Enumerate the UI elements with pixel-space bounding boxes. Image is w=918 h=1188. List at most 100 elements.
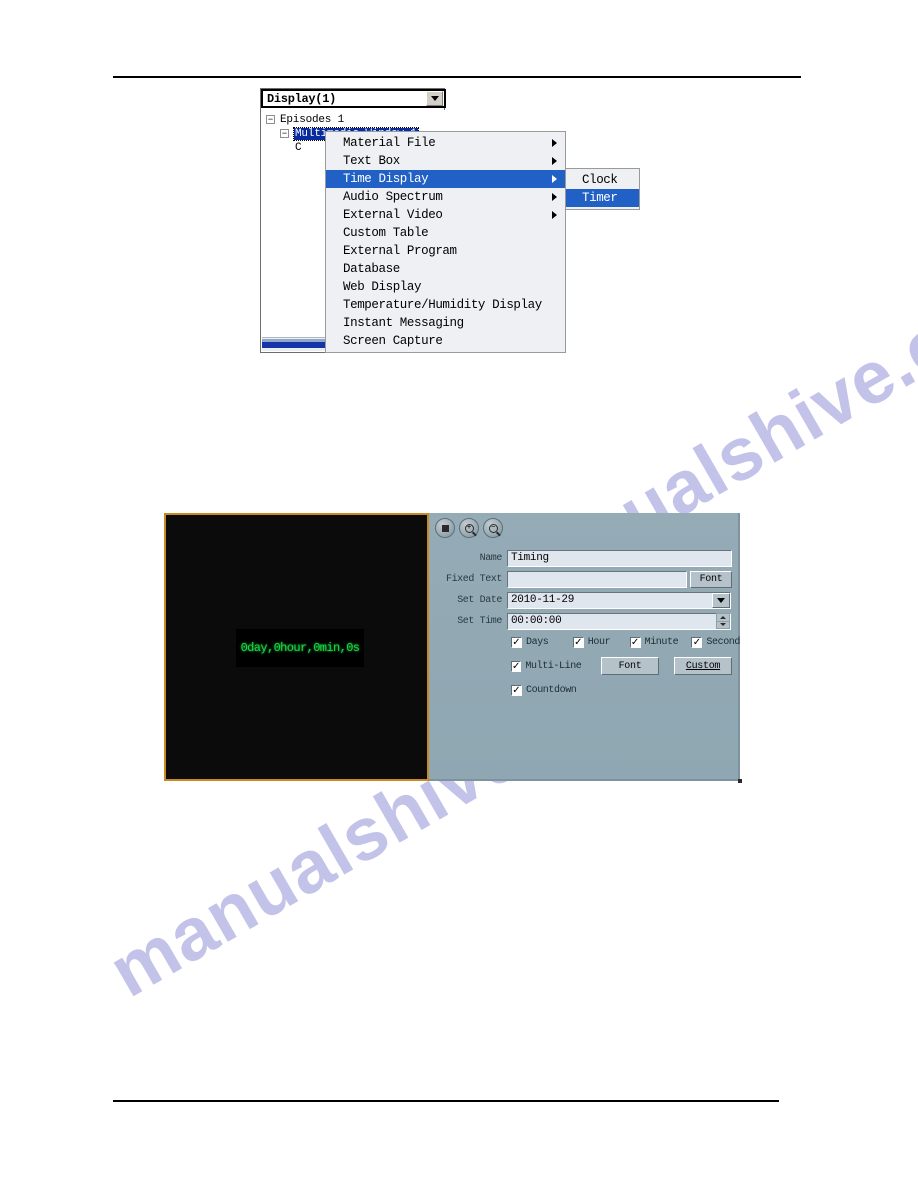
font-button[interactable]: Font bbox=[601, 657, 659, 675]
display-combobox-value: Display(1) bbox=[267, 91, 337, 106]
checkmark-icon: ✓ bbox=[691, 636, 703, 648]
zoom-in-button[interactable]: + bbox=[459, 518, 479, 538]
checkbox-days[interactable]: ✓ Days bbox=[511, 636, 573, 648]
checkbox-second[interactable]: ✓ Second bbox=[691, 636, 741, 648]
expander-minus-icon[interactable]: − bbox=[280, 129, 289, 138]
menu-item-temperature-humidity-display[interactable]: Temperature/Humidity Display bbox=[326, 296, 565, 314]
checkmark-icon: ✓ bbox=[511, 684, 522, 696]
checkbox-label: Countdown bbox=[526, 684, 577, 696]
menu-item-time-display[interactable]: Time Display bbox=[326, 170, 565, 188]
page-rule-bottom bbox=[113, 1100, 779, 1102]
checkbox-minute[interactable]: ✓ Minute bbox=[629, 636, 692, 648]
custom-button[interactable]: Custom bbox=[674, 657, 732, 675]
menu-item-audio-spectrum[interactable]: Audio Spectrum bbox=[326, 188, 565, 206]
set-date-dropdown-button[interactable] bbox=[712, 592, 730, 608]
menu-item-web-display[interactable]: Web Display bbox=[326, 278, 565, 296]
menu-item-custom-table[interactable]: Custom Table bbox=[326, 224, 565, 242]
menu-item-label: Temperature/Humidity Display bbox=[343, 298, 542, 312]
menu-item-label: Custom Table bbox=[343, 226, 429, 240]
checkbox-hour[interactable]: ✓ Hour bbox=[572, 636, 630, 648]
checkbox-multi-line[interactable]: ✓ Multi-Line bbox=[511, 660, 582, 672]
timer-properties-panel: + − Name Timing Fixed Text Font Set Date… bbox=[429, 513, 742, 783]
tree-node-episodes[interactable]: − Episodes 1 bbox=[262, 113, 445, 126]
countdown-row: ✓ Countdown bbox=[511, 681, 740, 699]
units-checkbox-row: ✓ Days ✓ Hour ✓ Minute ✓ Second bbox=[511, 633, 740, 651]
fixed-text-row: Fixed Text Font bbox=[429, 570, 740, 588]
checkmark-icon: ✓ bbox=[572, 636, 584, 648]
led-preview-text: 0day,0hour,0min,0s bbox=[236, 629, 364, 667]
timer-form: Name Timing Fixed Text Font Set Date 201… bbox=[429, 549, 740, 633]
custom-button-label: Custom bbox=[685, 660, 721, 672]
submenu-arrow-icon bbox=[552, 157, 557, 165]
checkbox-countdown[interactable]: ✓ Countdown bbox=[511, 684, 577, 696]
tree-node-label: C bbox=[295, 141, 302, 154]
menu-item-text-box[interactable]: Text Box bbox=[326, 152, 565, 170]
submenu-item-clock[interactable]: Clock bbox=[566, 171, 639, 189]
submenu-arrow-icon bbox=[552, 139, 557, 147]
checkbox-label: Minute bbox=[644, 636, 679, 648]
submenu-arrow-icon bbox=[552, 193, 557, 201]
menu-item-label: Web Display bbox=[343, 280, 422, 294]
zoom-out-icon: − bbox=[488, 523, 498, 533]
display-combobox[interactable]: Display(1) bbox=[261, 89, 446, 108]
set-time-label: Set Time bbox=[457, 615, 502, 627]
fixed-text-label: Fixed Text bbox=[445, 573, 502, 585]
submenu-arrow-icon bbox=[552, 211, 557, 219]
menu-item-external-program[interactable]: External Program bbox=[326, 242, 565, 260]
chevron-down-icon bbox=[717, 597, 725, 603]
menu-item-label: Material File bbox=[343, 136, 436, 150]
display-combobox-dropdown-button[interactable] bbox=[426, 91, 443, 106]
name-label: Name bbox=[479, 552, 503, 564]
caret-down-icon bbox=[720, 623, 726, 627]
zoom-out-button[interactable]: − bbox=[483, 518, 503, 538]
fixed-text-font-button[interactable]: Font bbox=[690, 570, 732, 588]
submenu-item-timer[interactable]: Timer bbox=[566, 189, 639, 207]
submenu-item-label: Timer bbox=[582, 191, 618, 205]
menu-item-label: External Program bbox=[343, 244, 457, 258]
set-time-input[interactable]: 00:00:00 bbox=[507, 612, 731, 630]
menu-item-label: Instant Messaging bbox=[343, 316, 464, 330]
menu-item-external-video[interactable]: External Video bbox=[326, 206, 565, 224]
set-time-spinner[interactable] bbox=[716, 613, 730, 629]
checkbox-label: Multi-Line bbox=[525, 660, 582, 672]
fixed-text-input[interactable] bbox=[507, 570, 687, 588]
page-rule-top bbox=[113, 76, 801, 78]
checkbox-label: Days bbox=[526, 636, 549, 648]
spinner-down-button[interactable] bbox=[717, 622, 729, 629]
checkmark-icon: ✓ bbox=[511, 660, 522, 672]
stop-button[interactable] bbox=[435, 518, 455, 538]
checkbox-label: Second bbox=[706, 636, 741, 648]
submenu-item-label: Clock bbox=[582, 173, 618, 187]
menu-item-instant-messaging[interactable]: Instant Messaging bbox=[326, 314, 565, 332]
stop-icon bbox=[441, 524, 449, 532]
menu-item-label: Text Box bbox=[343, 154, 400, 168]
timer-options: ✓ Days ✓ Hour ✓ Minute ✓ Second ✓ Multi-… bbox=[429, 633, 740, 705]
checkbox-label: Hour bbox=[587, 636, 611, 648]
preview-toolbar: + − bbox=[435, 518, 503, 538]
submenu-arrow-icon bbox=[552, 175, 557, 183]
set-date-label: Set Date bbox=[457, 594, 502, 606]
menu-item-label: External Video bbox=[343, 208, 443, 222]
menu-item-label: Screen Capture bbox=[343, 334, 443, 348]
caret-up-icon bbox=[720, 615, 726, 619]
set-date-input[interactable]: 2010-11-29 bbox=[507, 591, 731, 609]
tree-node-label: Episodes 1 bbox=[280, 113, 345, 126]
checkmark-icon: ✓ bbox=[629, 636, 641, 648]
menu-item-screen-capture[interactable]: Screen Capture bbox=[326, 332, 565, 350]
multiline-row: ✓ Multi-Line Font Custom bbox=[511, 657, 740, 675]
name-input[interactable]: Timing bbox=[507, 549, 732, 567]
time-display-submenu: Clock Timer bbox=[565, 168, 640, 210]
checkmark-icon: ✓ bbox=[511, 636, 522, 648]
name-row: Name Timing bbox=[429, 549, 740, 567]
chevron-down-icon bbox=[430, 96, 439, 101]
expander-minus-icon[interactable]: − bbox=[266, 115, 275, 124]
menu-item-database[interactable]: Database bbox=[326, 260, 565, 278]
menu-item-label: Audio Spectrum bbox=[343, 190, 443, 204]
spinner-up-button[interactable] bbox=[717, 614, 729, 622]
zoom-in-icon: + bbox=[464, 523, 474, 533]
menu-item-label: Database bbox=[343, 262, 400, 276]
set-date-row: Set Date 2010-11-29 bbox=[429, 591, 740, 609]
menu-item-material-file[interactable]: Material File bbox=[326, 134, 565, 152]
set-time-row: Set Time 00:00:00 bbox=[429, 612, 740, 630]
led-preview-area[interactable]: 0day,0hour,0min,0s bbox=[164, 513, 429, 781]
